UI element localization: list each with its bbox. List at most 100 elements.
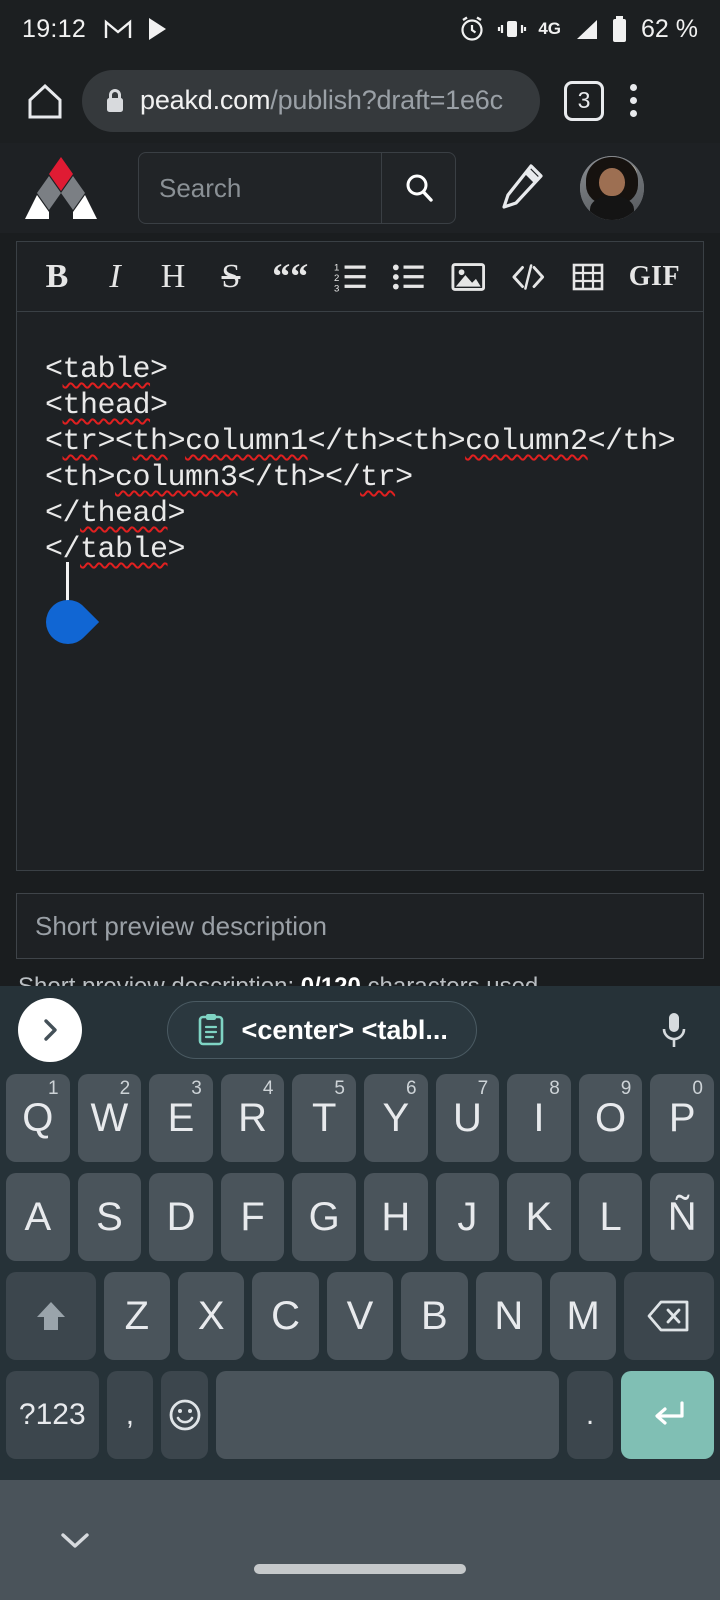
vibrate-icon (497, 16, 527, 42)
enter-key[interactable] (621, 1371, 715, 1459)
key-b[interactable]: B (401, 1272, 468, 1360)
key-u[interactable]: 7U (435, 1074, 500, 1162)
avatar-body (590, 195, 634, 220)
key-f[interactable]: F (220, 1173, 285, 1261)
key-s[interactable]: S (77, 1173, 142, 1261)
key-v[interactable]: V (326, 1272, 394, 1360)
preview-description-field[interactable]: Short preview description (16, 893, 704, 959)
pencil-icon[interactable] (494, 161, 550, 215)
phone-screen: 19:12 4G 62 % peakd.com/publish?draft=1e… (0, 0, 720, 1600)
bold-button[interactable]: B (41, 255, 73, 299)
key-number: 2 (119, 1078, 131, 1099)
chevron-down-icon[interactable] (58, 1528, 92, 1552)
code-line-1: <table> (45, 353, 168, 387)
key-label: R (238, 1095, 268, 1140)
gif-button[interactable]: GIF (629, 255, 680, 299)
quote-button[interactable]: ““ (272, 255, 308, 299)
keyboard-row-2: A S D F G H J K L Ñ (0, 1173, 720, 1261)
key-number: 6 (406, 1078, 417, 1099)
key-label: T (311, 1095, 337, 1140)
user-avatar[interactable] (580, 156, 644, 220)
key-number: 1 (48, 1078, 59, 1099)
code-line-2: <thead> (45, 389, 168, 423)
lock-icon (104, 87, 126, 115)
table-button[interactable] (572, 255, 604, 299)
key-i[interactable]: 8I (507, 1074, 571, 1162)
code-button[interactable] (511, 255, 546, 299)
tab-counter[interactable]: 3 (564, 80, 604, 121)
key-c[interactable]: C (252, 1272, 319, 1360)
period-key[interactable]: . (566, 1371, 614, 1459)
key-y[interactable]: 6Y (364, 1074, 428, 1162)
bullet-list-button[interactable] (392, 255, 425, 299)
key-x[interactable]: X (178, 1272, 245, 1360)
microphone-icon[interactable] (646, 1010, 702, 1050)
code-line-4: <th>column3</th></tr> (45, 461, 413, 495)
signal-icon (572, 17, 600, 41)
heading-button[interactable]: H (157, 255, 189, 299)
key-label: I (533, 1095, 545, 1140)
key-n[interactable]: N (475, 1272, 542, 1360)
url-domain: peakd.com (140, 85, 271, 115)
key-number: 3 (191, 1078, 202, 1099)
editor-toolbar: B I H S ““ 1 2 3 GIF (17, 242, 703, 312)
search-input[interactable]: Search (139, 173, 381, 204)
key-z[interactable]: Z (103, 1272, 171, 1360)
key-number: 5 (334, 1078, 345, 1099)
key-label: O (595, 1095, 627, 1140)
ordered-list-button[interactable]: 1 2 3 (334, 255, 367, 299)
navigation-bar (0, 1480, 720, 1600)
clipboard-suggestion-chip[interactable]: <center> <tabl... (166, 1001, 477, 1059)
key-e[interactable]: 3E (149, 1074, 213, 1162)
backspace-key[interactable] (624, 1272, 714, 1360)
gmail-icon (104, 17, 132, 41)
clipboard-suggestion-text: <center> <tabl... (241, 1014, 448, 1045)
symbols-key[interactable]: ?123 (5, 1371, 99, 1459)
key-k[interactable]: K (507, 1173, 571, 1261)
key-a[interactable]: A (6, 1173, 70, 1261)
site-header: Search (0, 143, 720, 233)
play-store-icon (146, 16, 170, 42)
key-r[interactable]: 4R (220, 1074, 285, 1162)
kebab-menu-icon[interactable] (630, 84, 637, 117)
shift-key[interactable] (6, 1272, 96, 1360)
italic-button[interactable]: I (99, 255, 131, 299)
image-button[interactable] (451, 255, 486, 299)
emoji-key[interactable] (161, 1371, 208, 1459)
space-key[interactable] (215, 1371, 559, 1459)
selection-handle[interactable] (36, 590, 100, 654)
key-j[interactable]: J (435, 1173, 500, 1261)
strikethrough-button[interactable]: S (215, 255, 247, 299)
key-g[interactable]: G (292, 1173, 356, 1261)
code-line-6: </table> (45, 533, 186, 567)
key-enye[interactable]: Ñ (650, 1173, 714, 1261)
svg-text:2: 2 (334, 272, 339, 283)
key-t[interactable]: 5T (292, 1074, 356, 1162)
keyboard-row-4: ?123 , . (0, 1371, 720, 1459)
home-gesture-pill[interactable] (254, 1564, 466, 1574)
key-d[interactable]: D (149, 1173, 213, 1261)
key-m[interactable]: M (549, 1272, 617, 1360)
peakd-logo[interactable] (18, 155, 104, 221)
key-w[interactable]: 2W (77, 1074, 142, 1162)
keyboard-row-1: 1Q 2W 3E 4R 5T 6Y 7U 8I 9O 0P (0, 1074, 720, 1162)
key-q[interactable]: 1Q (6, 1074, 70, 1162)
on-screen-keyboard: <center> <tabl... 1Q 2W 3E 4R 5T 6Y 7U 8… (0, 986, 720, 1480)
key-h[interactable]: H (364, 1173, 428, 1261)
key-o[interactable]: 9O (578, 1074, 643, 1162)
comma-key[interactable]: , (106, 1371, 154, 1459)
post-editor: B I H S ““ 1 2 3 GIF <table> <thead> <tr… (16, 241, 704, 871)
key-number: 0 (692, 1078, 703, 1099)
status-bar: 19:12 4G 62 % (0, 0, 720, 58)
search-box[interactable]: Search (138, 152, 456, 224)
key-label: Y (382, 1095, 410, 1140)
search-icon[interactable] (381, 153, 455, 223)
home-icon[interactable] (18, 79, 72, 123)
editor-textarea[interactable]: <table> <thead> <tr><th>column1</th><th>… (17, 312, 703, 870)
key-p[interactable]: 0P (650, 1074, 714, 1162)
url-bar[interactable]: peakd.com/publish?draft=1e6c (82, 69, 540, 132)
key-number: 7 (477, 1078, 489, 1099)
key-l[interactable]: L (578, 1173, 643, 1261)
clipboard-icon (196, 1013, 226, 1047)
chevron-right-icon[interactable] (18, 998, 82, 1062)
